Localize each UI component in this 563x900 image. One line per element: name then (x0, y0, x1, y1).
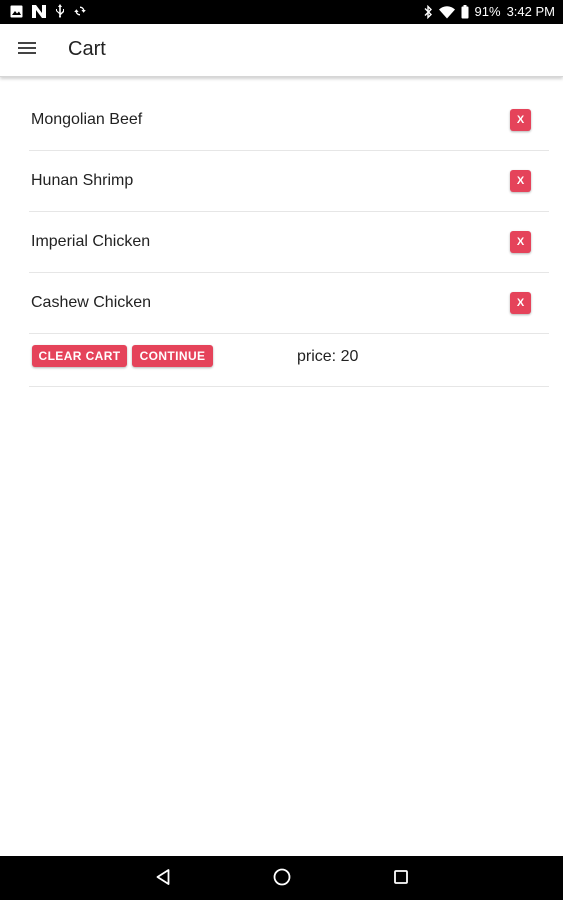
recents-icon (393, 869, 409, 890)
battery-percent: 91% (474, 4, 501, 19)
n-notification-icon (32, 4, 46, 18)
remove-item-button[interactable]: X (510, 231, 531, 253)
hamburger-menu-icon (18, 41, 36, 60)
recents-button[interactable] (390, 868, 412, 890)
cart-item: Hunan Shrimp X (29, 151, 549, 212)
cart-item: Imperial Chicken X (29, 212, 549, 273)
cart-actions: CLEAR CART CONTINUE price: 20 (29, 334, 549, 387)
cart-price: price: 20 (297, 348, 359, 365)
sync-icon (74, 5, 86, 17)
back-icon (155, 868, 171, 891)
remove-item-button[interactable]: X (510, 292, 531, 314)
status-time: 3:42 PM (506, 4, 555, 19)
bluetooth-icon (424, 5, 433, 19)
cart-item-name: Imperial Chicken (31, 233, 151, 250)
continue-button[interactable]: CONTINUE (132, 345, 213, 367)
battery-icon (461, 5, 469, 19)
cart-item: Mongolian Beef X (29, 90, 549, 151)
app-bar: Cart (0, 24, 563, 77)
clear-cart-button[interactable]: CLEAR CART (32, 345, 127, 367)
cart-item: Cashew Chicken X (29, 273, 549, 334)
status-left-icons (10, 4, 86, 18)
wifi-icon (438, 5, 455, 19)
home-button[interactable] (271, 868, 293, 890)
remove-item-button[interactable]: X (510, 109, 531, 131)
cart-item-name: Hunan Shrimp (31, 172, 134, 189)
app-screen: 91% 3:42 PM Cart Mongolian Beef X Hunan … (0, 0, 563, 900)
menu-button[interactable] (13, 36, 41, 64)
usb-icon (55, 4, 65, 18)
system-nav-bar (0, 856, 563, 900)
cart-item-name: Cashew Chicken (31, 294, 152, 311)
back-button[interactable] (152, 868, 174, 890)
cart-item-name: Mongolian Beef (31, 111, 143, 128)
page-title: Cart (68, 38, 106, 60)
home-icon (272, 867, 292, 892)
cart-list: Mongolian Beef X Hunan Shrimp X Imperial… (29, 90, 549, 387)
image-icon (10, 5, 23, 18)
remove-item-button[interactable]: X (510, 170, 531, 192)
status-right-icons: 91% 3:42 PM (424, 3, 555, 21)
status-bar: 91% 3:42 PM (0, 0, 563, 24)
